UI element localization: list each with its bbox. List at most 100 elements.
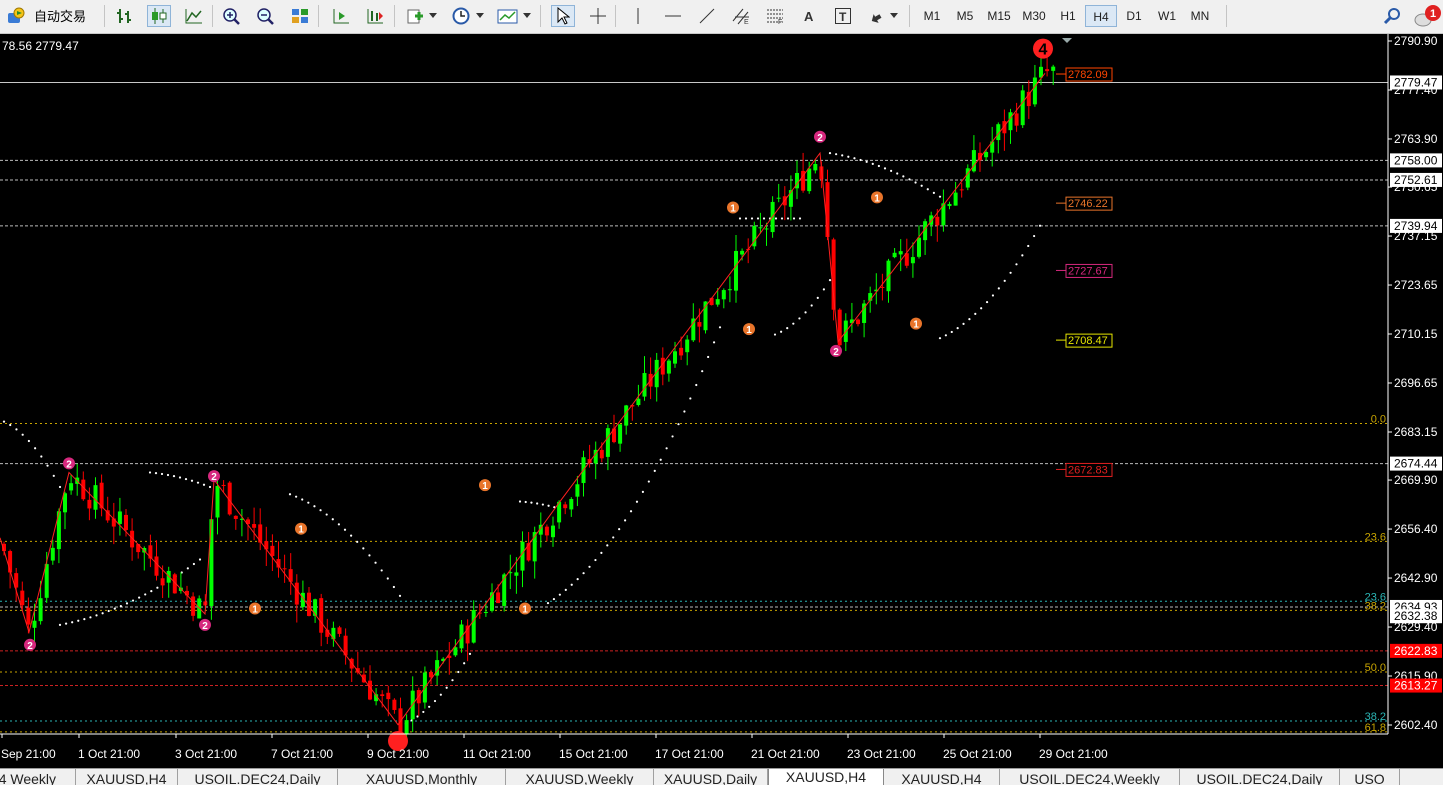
fib-level-label: 38.2 — [1365, 600, 1386, 612]
psar-dot — [451, 679, 454, 682]
price-level-label: 2739.94 — [1394, 219, 1438, 233]
psar-dot — [368, 554, 371, 557]
chart-shift-icon[interactable] — [329, 5, 353, 27]
templates-icon[interactable] — [496, 5, 520, 27]
psar-dot — [665, 447, 668, 450]
candle-body — [727, 289, 732, 291]
wave-marker-label: 2 — [817, 133, 823, 144]
horizontal-line-icon[interactable] — [661, 5, 685, 27]
candle-body — [252, 524, 257, 528]
psar-dot — [950, 330, 953, 334]
psar-dot — [786, 327, 789, 330]
chart-tab[interactable]: XAUUSD,H4 — [768, 769, 884, 785]
psar-dot — [944, 334, 947, 337]
psar-dot — [677, 423, 680, 426]
chart-tab[interactable]: USOIL.DEC24,Daily — [1180, 769, 1340, 785]
psar-dot — [362, 547, 365, 550]
zoom-in-icon[interactable] — [220, 5, 244, 27]
psar-dot — [58, 485, 62, 489]
timeframe-m15[interactable]: M15 — [982, 5, 1016, 27]
psar-dot — [524, 500, 527, 504]
autoscroll-icon[interactable] — [363, 5, 387, 27]
notifications-icon[interactable]: 1 — [1414, 5, 1442, 27]
text-tool-icon[interactable]: A — [797, 5, 821, 27]
psar-dot — [101, 612, 104, 615]
psar-dot — [582, 572, 585, 575]
price-tick-label: 2723.65 — [1394, 278, 1438, 292]
zoom-out-icon[interactable] — [254, 5, 278, 27]
psar-dot — [835, 153, 838, 156]
price-level-label: 2622.83 — [1394, 644, 1438, 658]
psar-dot — [576, 578, 579, 581]
vertical-line-icon[interactable] — [626, 5, 650, 27]
periods-clock-icon[interactable] — [449, 5, 473, 27]
candlestick-chart-icon[interactable] — [147, 5, 171, 27]
timeframe-m30[interactable]: M30 — [1017, 5, 1051, 27]
equidistant-channel-icon[interactable]: E — [729, 5, 753, 27]
psar-dot — [890, 169, 893, 172]
candle-body — [947, 203, 952, 207]
arrows-tool-icon[interactable] — [866, 5, 890, 27]
chevron-down-icon[interactable] — [521, 5, 533, 27]
psar-dot — [997, 287, 1000, 290]
crosshair-icon[interactable] — [586, 5, 610, 27]
psar-dot — [810, 304, 813, 307]
indicators-icon[interactable] — [404, 5, 428, 27]
chart-tab[interactable]: 24 Weekly — [0, 769, 76, 785]
cursor-arrow-icon[interactable] — [551, 5, 575, 27]
trendline-icon[interactable] — [695, 5, 719, 27]
chart-tab[interactable]: XAUUSD,Weekly — [506, 769, 654, 785]
timeframe-d1[interactable]: D1 — [1118, 5, 1150, 27]
psar-dot — [780, 217, 784, 220]
chart-tab[interactable]: USOIL.DEC24,Weekly — [1000, 769, 1180, 785]
object-price-label: 2708.47 — [1068, 335, 1108, 347]
candle-body — [898, 251, 903, 255]
price-level-label: 2779.47 — [1394, 75, 1438, 89]
tile-windows-icon[interactable] — [288, 5, 312, 27]
chevron-down-icon[interactable] — [474, 5, 486, 27]
psar-dot — [1003, 279, 1006, 282]
timeframe-m5[interactable]: M5 — [949, 5, 981, 27]
chevron-down-icon[interactable] — [427, 5, 439, 27]
psar-dot — [208, 485, 212, 489]
psar-dot — [380, 569, 383, 572]
psar-dot — [570, 583, 573, 586]
chart-tab[interactable]: USOIL.DEC24,Daily — [178, 769, 338, 785]
candle-body — [404, 720, 409, 735]
line-chart-icon[interactable] — [182, 5, 206, 27]
candle-body — [63, 493, 67, 513]
timeframe-h4[interactable]: H4 — [1085, 5, 1117, 27]
chart-tab[interactable]: USO — [1340, 769, 1400, 785]
psar-dot — [920, 184, 923, 187]
autotrading-icon[interactable] — [4, 5, 28, 27]
bar-chart-icon[interactable] — [113, 5, 137, 27]
psar-dot — [530, 501, 533, 504]
chevron-down-icon[interactable] — [888, 5, 900, 27]
timeframe-m1[interactable]: M1 — [916, 5, 948, 27]
timeframe-h1[interactable]: H1 — [1052, 5, 1084, 27]
psar-dot — [166, 473, 170, 477]
time-tick-label: Sep 21:00 — [1, 747, 56, 761]
timeframe-mn[interactable]: MN — [1184, 5, 1216, 27]
search-icon[interactable] — [1380, 5, 1404, 27]
timeframe-w1[interactable]: W1 — [1151, 5, 1183, 27]
psar-dot — [865, 160, 868, 163]
psar-dot — [541, 503, 544, 506]
autotrading-button[interactable]: 自动交易 — [34, 0, 86, 34]
chart-tab[interactable]: XAUUSD,Daily — [654, 769, 768, 785]
text-label-icon[interactable]: T — [831, 5, 855, 27]
chart-tab[interactable]: XAUUSD,H4 — [76, 769, 178, 785]
psar-dot — [938, 337, 942, 340]
price-chart[interactable]: 0.023.623.638.250.038.261.8 222211111122… — [0, 34, 1443, 768]
psar-dot — [107, 609, 110, 613]
wave-marker-label: 1 — [252, 605, 258, 616]
candle-body — [666, 360, 671, 374]
psar-dot — [991, 294, 995, 297]
fibonacci-retracement-icon[interactable]: F — [763, 5, 787, 27]
candle-body — [69, 483, 74, 491]
chart-tab[interactable]: XAUUSD,H4 — [884, 769, 1000, 785]
wave-marker-label: 1 — [298, 525, 304, 536]
psar-dot — [653, 469, 656, 472]
chart-tab[interactable]: XAUUSD,Monthly — [338, 769, 506, 785]
psar-dot — [160, 472, 164, 476]
